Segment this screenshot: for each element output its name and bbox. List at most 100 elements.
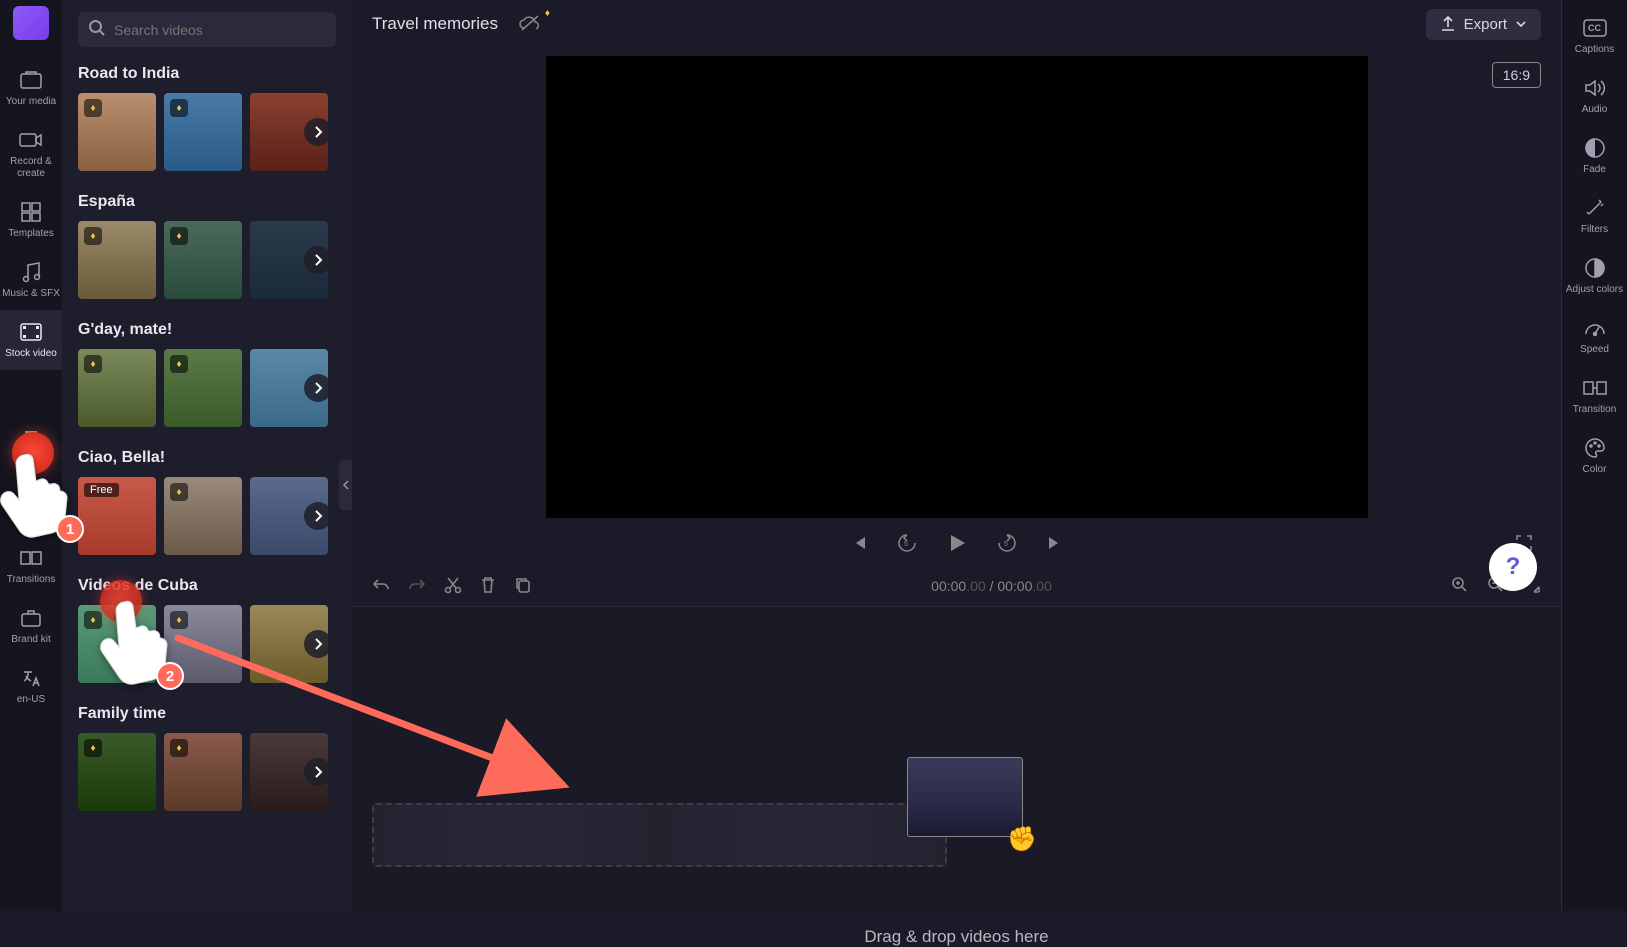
chevron-down-icon [1515,20,1527,28]
export-button[interactable]: Export [1426,9,1541,40]
video-thumb[interactable]: ♦ [164,477,242,555]
nav-graphics[interactable]: Graphics [0,476,62,536]
svg-text:CC: CC [1588,23,1601,33]
video-thumb[interactable]: Free [78,477,156,555]
nav-label: Record & create [0,156,62,180]
fade-icon [1583,136,1607,160]
forward-5-button[interactable]: 5 [996,532,1018,554]
contrast-icon [1583,256,1607,280]
timeline-toolbar: 00:00.00 / 00:00.00 [352,566,1561,606]
tool-label: Adjust colors [1566,284,1623,296]
playback-controls: 5 5 [352,532,1561,554]
nav-label: Brand kit [11,634,50,646]
category-title: G'day, mate! [78,321,336,339]
tool-label: Captions [1575,44,1614,56]
tool-adjust-colors[interactable]: Adjust colors [1562,246,1627,306]
tool-color[interactable]: Color [1562,426,1627,486]
skip-forward-button[interactable] [1046,534,1064,552]
undo-button[interactable] [372,577,390,596]
next-arrow[interactable] [304,374,332,402]
tool-label: Color [1583,464,1607,476]
next-arrow[interactable] [304,630,332,658]
app-logo[interactable] [13,6,49,40]
tool-label: Speed [1580,344,1609,356]
search-box[interactable] [78,12,336,47]
preview-area: 16:9 5 5 [352,48,1561,566]
tool-fade[interactable]: Fade [1562,126,1627,186]
wand-icon [1583,196,1607,220]
redo-button[interactable] [408,577,426,596]
next-arrow[interactable] [304,758,332,786]
nav-language[interactable]: en-US [0,656,62,716]
collapse-panel-button[interactable] [339,460,352,510]
palette-icon [1583,436,1607,460]
tool-label: Fade [1583,164,1606,176]
premium-icon: ♦ [170,739,188,757]
video-thumb[interactable]: ♦ [78,733,156,811]
next-arrow[interactable] [304,246,332,274]
nav-stock-video[interactable]: Stock video [0,310,62,370]
preview-canvas[interactable] [546,56,1368,518]
video-thumb[interactable]: ♦ [78,221,156,299]
video-thumb[interactable]: ♦ [78,93,156,171]
stock-video-panel: Road to India ♦ ♦ España ♦ ♦ G'day, mate… [62,0,352,911]
timeline[interactable]: ✊ Drag & drop videos here [352,606,1561,911]
video-thumb[interactable]: ♦ [164,349,242,427]
category-espana: España ♦ ♦ [78,193,336,299]
search-input[interactable] [114,22,326,38]
premium-spark-icon: ♦ [545,8,550,19]
tool-audio[interactable]: Audio [1562,66,1627,126]
aspect-ratio-button[interactable]: 16:9 [1492,62,1541,88]
export-label: Export [1464,16,1507,33]
free-badge: Free [84,483,119,497]
nav-your-media[interactable]: Your media [0,58,62,118]
category-gday-mate: G'day, mate! ♦ ♦ [78,321,336,427]
tool-label: Audio [1582,104,1608,116]
premium-icon: ♦ [170,483,188,501]
video-thumb[interactable]: ♦ [164,605,242,683]
cut-button[interactable] [444,576,462,597]
next-arrow[interactable] [304,502,332,530]
play-button[interactable] [946,532,968,554]
nav-record-create[interactable]: Record & create [0,118,62,190]
graphics-icon [19,486,43,510]
help-button[interactable]: ? [1489,543,1537,591]
tool-captions[interactable]: CC Captions [1562,6,1627,66]
next-arrow[interactable] [304,118,332,146]
project-title[interactable]: Travel memories [372,14,498,34]
upload-icon [1440,16,1456,32]
video-thumb[interactable]: ♦ [164,733,242,811]
category-title: Family time [78,705,336,723]
duplicate-button[interactable] [514,576,532,597]
tool-label: Filters [1581,224,1608,236]
delete-button[interactable] [480,576,496,597]
video-thumb[interactable]: ♦ [78,349,156,427]
nav-music-sfx[interactable]: Music & SFX [0,250,62,310]
nav-label: Transitions [7,574,56,586]
premium-icon: ♦ [84,227,102,245]
timeline-drop-zone[interactable] [372,803,947,867]
category-ciao-bella: Ciao, Bella! Free ♦ [78,449,336,555]
transition-icon [1583,376,1607,400]
nav-transitions[interactable]: Transitions [0,536,62,596]
nav-label: Templates [8,228,54,240]
nav-brand-kit[interactable]: Brand kit [0,596,62,656]
video-thumb[interactable]: ♦ [164,221,242,299]
nav-templates[interactable]: Templates [0,190,62,250]
zoom-in-button[interactable] [1451,576,1469,597]
video-thumb[interactable]: ♦ [164,93,242,171]
nav-label: Your media [6,96,56,108]
skip-back-button[interactable] [850,534,868,552]
category-road-to-india: Road to India ♦ ♦ [78,65,336,171]
rewind-5-button[interactable]: 5 [896,532,918,554]
tool-transition[interactable]: Transition [1562,366,1627,426]
category-title: Road to India [78,65,336,83]
tool-speed[interactable]: Speed [1562,306,1627,366]
premium-icon: ♦ [84,355,102,373]
tool-filters[interactable]: Filters [1562,186,1627,246]
cloud-sync-icon[interactable]: ♦ [518,14,542,35]
briefcase-icon [19,606,43,630]
premium-icon: ♦ [170,611,188,629]
premium-icon: ♦ [84,99,102,117]
transitions-icon [19,546,43,570]
